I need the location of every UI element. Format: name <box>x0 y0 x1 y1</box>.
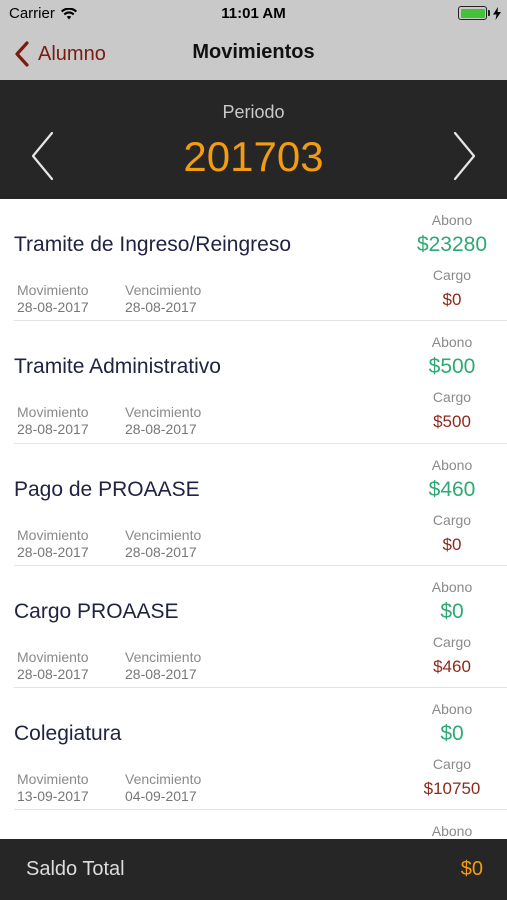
movement-date-value: 13-09-2017 <box>17 788 89 805</box>
abono-label: Abono <box>431 212 473 228</box>
movement-date-value: 28-08-2017 <box>17 665 89 682</box>
battery-icon <box>458 6 487 20</box>
cargo-label: Cargo <box>432 511 472 528</box>
abono-label: Abono <box>431 578 473 595</box>
cargo-value: $10750 <box>423 779 481 799</box>
cargo-label: Cargo <box>432 756 472 773</box>
movement-date-label: Movimiento <box>17 282 89 298</box>
movement-date-value: 28-08-2017 <box>17 543 89 560</box>
due-date-value: 28-08-2017 <box>125 421 197 438</box>
due-date-value: 28-08-2017 <box>125 665 197 682</box>
list-item[interactable]: Colegiatura Movimiento 13-09-2017 Vencim… <box>0 688 507 811</box>
list-item-partial[interactable]: Abono <box>0 810 507 839</box>
due-date: Vencimiento 28-08-2017 <box>125 282 201 316</box>
movement-date: Movimiento 28-08-2017 <box>17 404 89 438</box>
list-item[interactable]: Tramite de Ingreso/Reingreso Movimiento … <box>0 199 507 322</box>
movement-date: Movimiento 28-08-2017 <box>17 527 89 561</box>
status-bar: Carrier 11:01 AM <box>0 0 507 28</box>
due-date-label: Vencimiento <box>125 526 202 543</box>
abono-label: Abono <box>431 701 473 718</box>
movement-date-label: Movimiento <box>17 404 89 421</box>
navigation-bar: Alumno Movimientos <box>0 28 507 80</box>
due-date-value: 28-08-2017 <box>125 299 197 315</box>
due-date-label: Vencimiento <box>125 282 202 298</box>
movement-date-value: 28-08-2017 <box>17 299 89 315</box>
due-date: Vencimiento 28-08-2017 <box>125 649 201 683</box>
cargo-label: Cargo <box>432 267 472 283</box>
period-selector: Periodo 201703 <box>0 80 507 199</box>
abono-value: $23280 <box>416 233 488 256</box>
battery-indicator <box>458 6 501 20</box>
due-date: Vencimiento 28-08-2017 <box>125 404 201 438</box>
movement-title: Tramite de Ingreso/Reingreso <box>14 233 292 256</box>
movement-date-label: Movimiento <box>17 648 89 665</box>
due-date-label: Vencimiento <box>125 771 202 788</box>
abono-value: $0 <box>440 722 464 746</box>
period-label: Periodo <box>222 102 285 122</box>
movement-date-label: Movimiento <box>17 771 89 788</box>
abono-label: Abono <box>431 456 473 473</box>
period-value: 201703 <box>183 133 324 180</box>
cargo-value: $460 <box>433 656 471 676</box>
cargo-value: $500 <box>433 412 471 432</box>
cargo-label: Cargo <box>432 389 472 406</box>
movements-list[interactable]: Tramite de Ingreso/Reingreso Movimiento … <box>0 199 507 839</box>
cargo-value: $0 <box>442 290 462 309</box>
movement-date: Movimiento 28-08-2017 <box>17 282 89 316</box>
abono-label: Abono <box>431 334 473 351</box>
due-date: Vencimiento 04-09-2017 <box>125 771 201 805</box>
cargo-value: $0 <box>442 534 462 554</box>
total-balance-value: $0 <box>460 858 483 880</box>
movement-title: Colegiatura <box>14 722 122 746</box>
cargo-label: Cargo <box>432 633 472 650</box>
next-period-button[interactable] <box>449 130 479 182</box>
list-item[interactable]: Pago de PROAASE Movimiento 28-08-2017 Ve… <box>0 444 507 567</box>
list-item[interactable]: Tramite Administrativo Movimiento 28-08-… <box>0 321 507 444</box>
page-title: Movimientos <box>192 41 315 63</box>
due-date-value: 04-09-2017 <box>125 788 197 805</box>
due-date-label: Vencimiento <box>125 404 202 421</box>
due-date: Vencimiento 28-08-2017 <box>125 527 201 561</box>
list-item[interactable]: Cargo PROAASE Movimiento 28-08-2017 Venc… <box>0 566 507 689</box>
abono-value: $500 <box>428 355 476 379</box>
clock: 11:01 AM <box>221 5 286 22</box>
movement-title: Tramite Administrativo <box>14 355 221 379</box>
movement-title: Cargo PROAASE <box>14 599 179 623</box>
movement-date-value: 28-08-2017 <box>17 421 89 438</box>
movement-date: Movimiento 13-09-2017 <box>17 771 89 805</box>
movement-date-label: Movimiento <box>17 526 89 543</box>
abono-value: $460 <box>428 477 476 501</box>
due-date-value: 28-08-2017 <box>125 543 197 560</box>
abono-value: $0 <box>440 599 464 623</box>
abono-label: Abono <box>431 823 473 839</box>
total-balance-label: Saldo Total <box>26 858 125 880</box>
due-date-label: Vencimiento <box>125 648 202 665</box>
movement-title: Pago de PROAASE <box>14 477 200 501</box>
charging-bolt-icon <box>493 6 501 20</box>
balance-footer: Saldo Total $0 <box>0 839 507 900</box>
movement-date: Movimiento 28-08-2017 <box>17 649 89 683</box>
